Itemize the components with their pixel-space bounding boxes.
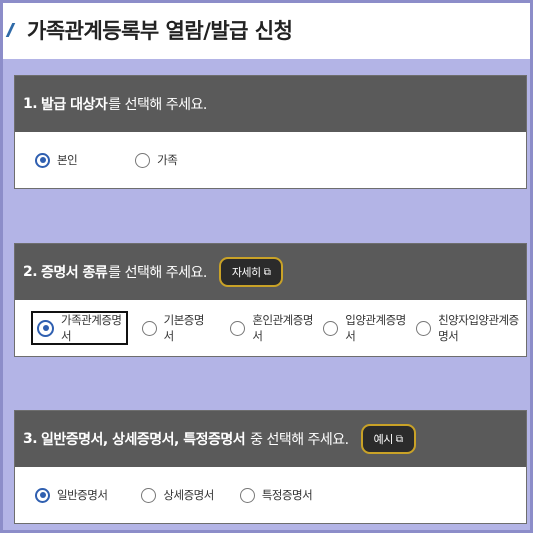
page-title-text: 가족관계등록부 열람/발급 신청 <box>27 19 293 43</box>
details-button[interactable]: 자세히 ⧉ <box>218 257 284 287</box>
external-link-icon: ⧉ <box>263 266 271 278</box>
option-label: 가족 <box>157 153 178 167</box>
radio-option-specific-cert[interactable]: 특정증명서 <box>239 478 313 512</box>
section-cert-detail: 3. 일반증명서, 상세증명서, 특정증명서 중 선택해 주세요. 예시 ⧉ 일반… <box>14 410 527 524</box>
section-rest-label: 중 선택해 주세요. <box>250 432 349 448</box>
radio-option-general-cert[interactable]: 일반증명서 <box>35 478 108 512</box>
section-target-options: 본인 가족 <box>15 132 526 188</box>
section-bold-label: 일반증명서, 상세증명서, 특정증명서 <box>41 432 246 448</box>
option-label: 특정증명서 <box>261 488 313 502</box>
option-label: 본인 <box>57 153 78 167</box>
section-target-header: 1. 발급 대상자 를 선택해 주세요. <box>15 76 526 132</box>
option-label: 일반증명서 <box>57 488 108 502</box>
radio-selected-icon[interactable] <box>35 152 50 168</box>
section-certificate-type: 2. 증명서 종류 를 선택해 주세요. 자세히 ⧉ 가족관계증명서 기본증명서 … <box>14 243 527 357</box>
radio-unselected-icon[interactable] <box>416 320 432 336</box>
section-cert-detail-options: 일반증명서 상세증명서 특정증명서 <box>15 467 526 523</box>
radio-unselected-icon[interactable] <box>141 487 157 503</box>
section-number: 3. <box>23 431 38 447</box>
example-button-label: 예시 <box>373 433 394 446</box>
section-certificate-type-header: 2. 증명서 종류 를 선택해 주세요. 자세히 ⧉ <box>15 244 526 300</box>
title-bullet-icon <box>5 23 23 37</box>
radio-option-family[interactable]: 가족 <box>135 143 178 177</box>
section-number: 2. <box>23 264 38 280</box>
section-cert-detail-header: 3. 일반증명서, 상세증명서, 특정증명서 중 선택해 주세요. 예시 ⧉ <box>15 411 526 467</box>
section-bold-label: 발급 대상자 <box>41 97 108 113</box>
example-button[interactable]: 예시 ⧉ <box>360 424 416 454</box>
section-certificate-type-options: 가족관계증명서 기본증명서 혼인관계증명서 입양관계증명서 친양자입양관계증명서 <box>15 300 526 356</box>
section-target: 1. 발급 대상자 를 선택해 주세요. 본인 가족 <box>14 75 527 189</box>
radio-option-detailed-cert[interactable]: 상세증명서 <box>141 478 214 512</box>
radio-selected-icon[interactable] <box>37 319 54 337</box>
radio-unselected-icon[interactable] <box>230 320 246 336</box>
radio-option-basic-cert[interactable]: 기본증명서 <box>141 311 207 345</box>
section-number: 1. <box>23 96 38 112</box>
radio-unselected-icon[interactable] <box>239 487 255 503</box>
section-bold-label: 증명서 종류 <box>41 265 108 281</box>
option-label: 혼인관계증명서 <box>252 313 313 343</box>
radio-option-full-adoption-cert[interactable]: 친양자입양관계증명서 <box>416 311 526 345</box>
option-label: 입양관계증명서 <box>345 313 406 343</box>
page-header: 가족관계등록부 열람/발급 신청 <box>3 3 530 59</box>
option-label: 친양자입양관계증명서 <box>438 313 519 343</box>
radio-unselected-icon[interactable] <box>323 320 339 336</box>
option-label: 기본증명서 <box>163 313 205 343</box>
radio-option-marriage-cert[interactable]: 혼인관계증명서 <box>230 311 313 345</box>
radio-unselected-icon[interactable] <box>135 152 151 168</box>
radio-option-self[interactable]: 본인 <box>35 143 78 177</box>
details-button-label: 자세히 <box>231 266 261 279</box>
option-label: 상세증명서 <box>163 488 214 502</box>
external-link-icon: ⧉ <box>395 433 403 445</box>
section-rest-label: 를 선택해 주세요. <box>108 97 207 113</box>
radio-unselected-icon[interactable] <box>141 320 157 336</box>
section-rest-label: 를 선택해 주세요. <box>108 265 207 281</box>
page-title: 가족관계등록부 열람/발급 신청 <box>5 15 293 45</box>
radio-selected-icon[interactable] <box>35 487 50 503</box>
option-label: 가족관계증명서 <box>61 313 122 343</box>
page-canvas: 가족관계등록부 열람/발급 신청 1. 발급 대상자 를 선택해 주세요. 본인 … <box>3 3 530 530</box>
radio-option-adoption-cert[interactable]: 입양관계증명서 <box>323 311 406 345</box>
radio-option-family-relation-cert[interactable]: 가족관계증명서 <box>31 311 128 345</box>
